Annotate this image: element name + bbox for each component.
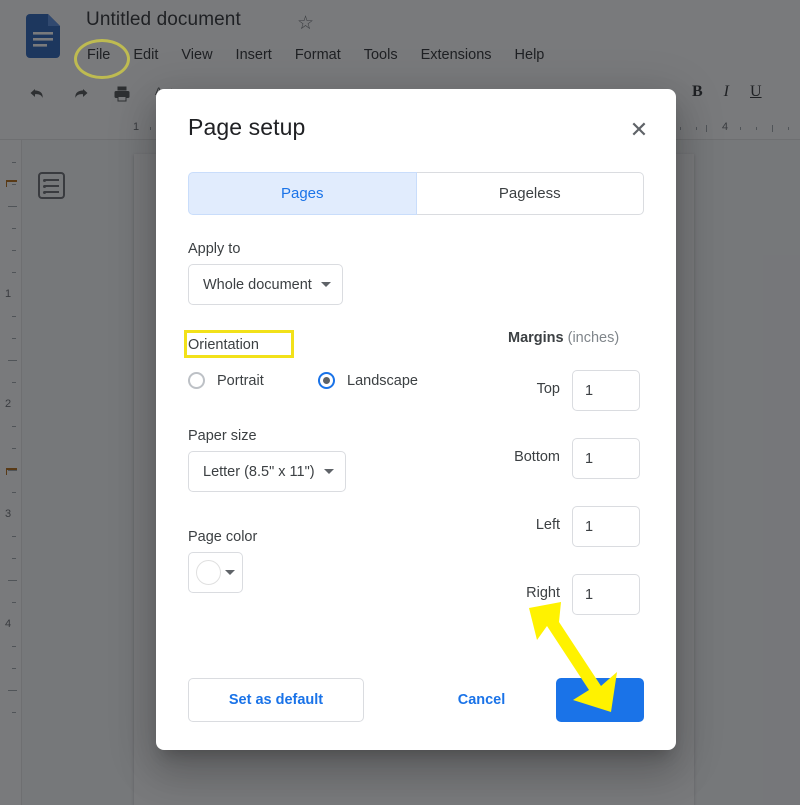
file-highlight-ellipse-annotation <box>74 39 130 79</box>
close-icon[interactable]: ✕ <box>626 117 652 143</box>
margins-heading: Margins (inches) <box>508 330 619 346</box>
page-color-swatch <box>196 560 221 585</box>
paper-size-label: Paper size <box>188 428 257 444</box>
paper-size-value: Letter (8.5" x 11") <box>203 463 315 480</box>
margin-left-input[interactable] <box>572 506 640 547</box>
margin-row-bottom: Bottom <box>486 438 646 479</box>
margin-left-label: Left <box>535 517 560 533</box>
radio-landscape-label: Landscape <box>347 372 418 389</box>
radio-portrait-label: Portrait <box>217 372 264 389</box>
margin-top-input[interactable] <box>572 370 640 411</box>
orientation-label: Orientation <box>188 337 259 353</box>
radio-landscape-indicator <box>318 372 335 389</box>
radio-portrait[interactable]: Portrait <box>188 372 318 389</box>
margin-row-left: Left <box>486 506 646 547</box>
chevron-down-icon <box>320 282 331 287</box>
orientation-radio-group: Portrait Landscape <box>188 372 418 389</box>
tab-pages[interactable]: Pages <box>188 172 417 215</box>
apply-to-select[interactable]: Whole document <box>188 264 343 305</box>
paper-size-select[interactable]: Letter (8.5" x 11") <box>188 451 346 492</box>
radio-landscape[interactable]: Landscape <box>318 372 418 389</box>
ok-arrow-annotation <box>529 602 617 712</box>
page-color-label: Page color <box>188 529 258 545</box>
margin-right-label: Right <box>526 585 560 601</box>
chevron-down-icon <box>323 469 334 474</box>
set-as-default-button[interactable]: Set as default <box>188 678 364 722</box>
margin-row-top: Top <box>486 370 646 411</box>
margins-unit-text: (inches) <box>567 330 620 346</box>
apply-to-value: Whole document <box>203 276 312 293</box>
margin-top-label: Top <box>536 381 560 397</box>
page-color-picker[interactable] <box>188 552 243 593</box>
margins-heading-text: Margins <box>508 330 564 346</box>
tab-pageless[interactable]: Pageless <box>416 172 644 215</box>
apply-to-label: Apply to <box>188 241 241 257</box>
margin-bottom-input[interactable] <box>572 438 640 479</box>
dialog-title: Page setup <box>188 114 306 140</box>
radio-portrait-indicator <box>188 372 205 389</box>
margin-bottom-label: Bottom <box>514 449 560 465</box>
chevron-down-icon <box>225 570 235 575</box>
view-mode-toggle: Pages Pageless <box>188 172 644 215</box>
